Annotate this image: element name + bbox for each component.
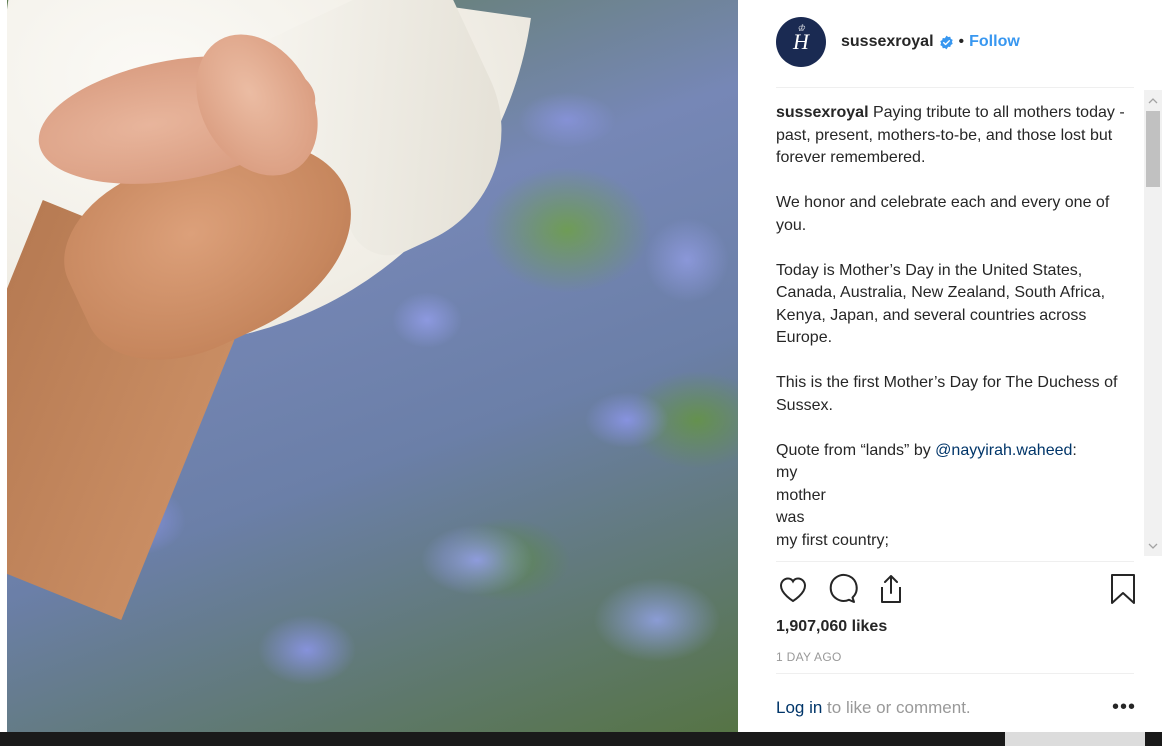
header-divider [776, 87, 1134, 88]
caption-paragraph-2: We honor and celebrate each and every on… [776, 194, 1110, 234]
poem-line: was [776, 509, 805, 526]
comment-icon[interactable] [825, 572, 859, 606]
login-prompt: Log in to like or comment. ••• [776, 696, 1136, 722]
caption-area[interactable]: sussexroyal Paying tribute to all mother… [776, 102, 1132, 554]
caption-username[interactable]: sussexroyal [776, 104, 869, 121]
footer-divider [776, 673, 1134, 674]
bottom-bar-button[interactable] [1005, 732, 1145, 746]
heart-icon[interactable] [776, 572, 810, 606]
avatar[interactable]: ♔ H [776, 17, 826, 67]
login-prompt-text: to like or comment. [822, 698, 971, 717]
caption-divider [776, 561, 1134, 562]
caption-paragraph-3: Today is Mother’s Day in the United Stat… [776, 261, 1106, 347]
follow-button[interactable]: Follow [969, 33, 1020, 51]
verified-badge-icon [939, 35, 953, 49]
crown-icon: ♔ [796, 23, 806, 33]
caption-quote-line: Quote from “lands” by @nayyirah.waheed: [776, 440, 1132, 463]
bookmark-icon[interactable] [1106, 572, 1140, 606]
action-bar [776, 572, 1136, 612]
scroll-up-arrow-icon[interactable] [1144, 92, 1162, 109]
share-icon[interactable] [874, 572, 908, 606]
caption-paragraph-4: This is the first Mother’s Day for The D… [776, 374, 1118, 414]
bottom-bar [0, 732, 1162, 746]
mention-link[interactable]: @nayyirah.waheed [935, 442, 1072, 459]
more-options-icon[interactable]: ••• [1112, 696, 1136, 719]
login-link[interactable]: Log in [776, 698, 822, 717]
scrollbar-thumb[interactable] [1146, 111, 1160, 187]
scroll-down-arrow-icon[interactable] [1144, 537, 1162, 554]
post-photo [7, 0, 738, 732]
header-separator: • [958, 33, 965, 50]
poem-line: mother [776, 486, 826, 504]
caption-scrollbar[interactable] [1144, 90, 1162, 556]
post-timestamp[interactable]: 1 DAY AGO [776, 650, 842, 664]
poem-line: my [776, 464, 798, 481]
quote-prefix: Quote from “lands” by [776, 441, 936, 459]
quote-suffix: : [1072, 441, 1077, 459]
post-username[interactable]: sussexroyal [841, 33, 934, 51]
post-side-panel: ♔ H sussexroyal • Follow sussexroyal Pay… [738, 0, 1162, 746]
likes-count[interactable]: 1,907,060 likes [776, 618, 887, 636]
poem-line: my first country; [776, 531, 889, 549]
post-header: ♔ H sussexroyal • Follow [776, 16, 1020, 68]
caption-paragraph-1: sussexroyal Paying tribute to all mother… [776, 102, 1132, 170]
